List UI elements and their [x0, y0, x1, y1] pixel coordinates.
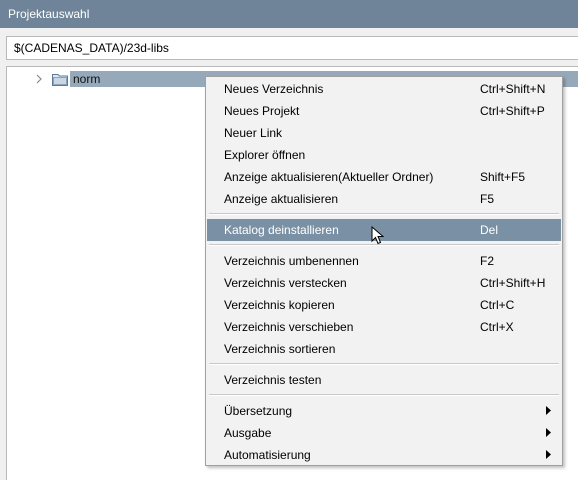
menu-item-new-project[interactable]: Neues Projekt Ctrl+Shift+P: [207, 100, 561, 122]
menu-item-shortcut: F2: [480, 254, 495, 268]
menu-item-refresh-view[interactable]: Anzeige aktualisieren F5: [207, 188, 561, 210]
window-title: Projektauswahl: [0, 0, 578, 28]
caret-right-icon: [546, 406, 551, 415]
menu-item-label: Verzeichnis sortieren: [224, 342, 336, 356]
menu-item-rename-directory[interactable]: Verzeichnis umbenennen F2: [207, 250, 561, 272]
menu-item-output[interactable]: Ausgabe: [207, 422, 561, 444]
folder-icon: [52, 74, 68, 86]
caret-right-icon: [546, 450, 551, 459]
menu-item-label: Neuer Link: [224, 126, 283, 140]
menu-item-shortcut: Ctrl+C: [480, 298, 515, 312]
menu-item-automation[interactable]: Automatisierung: [207, 444, 561, 466]
menu-item-shortcut: Ctrl+X: [480, 320, 514, 334]
menu-item-label: Verzeichnis verstecken: [224, 276, 347, 290]
menu-item-label: Neues Projekt: [224, 104, 300, 118]
menu-item-open-explorer[interactable]: Explorer öffnen: [207, 144, 561, 166]
menu-item-refresh-current-folder[interactable]: Anzeige aktualisieren(Aktueller Ordner) …: [207, 166, 561, 188]
menu-item-label: Explorer öffnen: [224, 148, 306, 162]
menu-item-shortcut: Shift+F5: [480, 170, 526, 184]
menu-item-new-link[interactable]: Neuer Link: [207, 122, 561, 144]
menu-item-shortcut: F5: [480, 192, 495, 206]
chevron-right-icon[interactable]: [34, 73, 44, 85]
menu-item-shortcut: Ctrl+Shift+N: [480, 82, 546, 96]
menu-item-label: Automatisierung: [224, 448, 311, 462]
menu-item-shortcut: Ctrl+Shift+P: [480, 104, 545, 118]
menu-item-shortcut: Ctrl+Shift+H: [480, 276, 546, 290]
mouse-pointer-icon: [371, 226, 385, 245]
menu-item-label: Anzeige aktualisieren: [224, 192, 339, 206]
menu-item-label: Verzeichnis testen: [224, 373, 322, 387]
menu-item-label: Ausgabe: [224, 426, 272, 440]
menu-item-label: Katalog deinstallieren: [224, 223, 339, 237]
menu-item-label: Neues Verzeichnis: [224, 82, 324, 96]
menu-separator: [209, 363, 559, 365]
menu-item-label: Verzeichnis verschieben: [224, 320, 354, 334]
caret-right-icon: [546, 428, 551, 437]
menu-item-sort-directory[interactable]: Verzeichnis sortieren: [207, 338, 561, 360]
menu-separator: [209, 394, 559, 396]
context-menu: Neues Verzeichnis Ctrl+Shift+N Neues Pro…: [205, 76, 563, 466]
menu-item-label: Verzeichnis kopieren: [224, 298, 335, 312]
menu-item-copy-directory[interactable]: Verzeichnis kopieren Ctrl+C: [207, 294, 561, 316]
menu-item-test-directory[interactable]: Verzeichnis testen: [207, 369, 561, 391]
menu-item-new-directory[interactable]: Neues Verzeichnis Ctrl+Shift+N: [207, 78, 561, 100]
menu-item-label: Verzeichnis umbenennen: [224, 254, 359, 268]
menu-item-label: Übersetzung: [224, 404, 293, 418]
menu-item-label: Anzeige aktualisieren(Aktueller Ordner): [224, 170, 434, 184]
menu-item-move-directory[interactable]: Verzeichnis verschieben Ctrl+X: [207, 316, 561, 338]
menu-item-translation[interactable]: Übersetzung: [207, 400, 561, 422]
menu-item-hide-directory[interactable]: Verzeichnis verstecken Ctrl+Shift+H: [207, 272, 561, 294]
path-field[interactable]: $(CADENAS_DATA)/23d-libs: [6, 36, 578, 60]
menu-separator: [209, 213, 559, 215]
menu-item-shortcut: Del: [480, 223, 499, 237]
